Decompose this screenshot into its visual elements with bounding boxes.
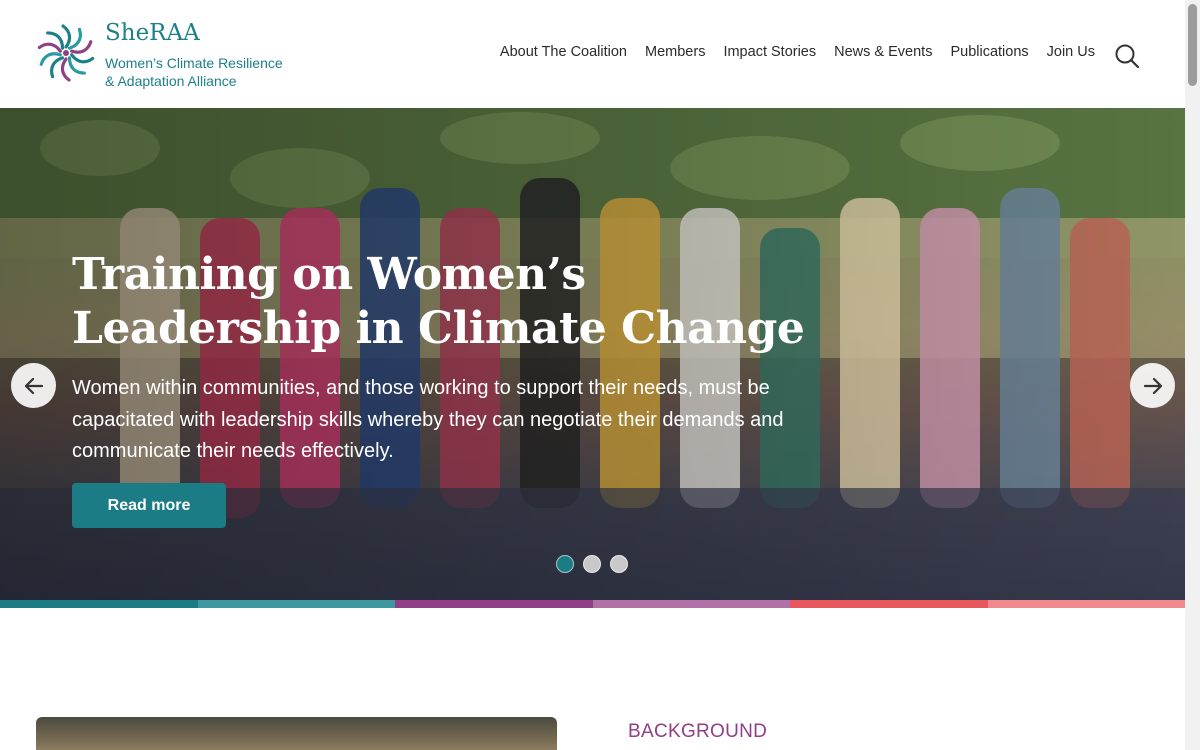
brand-name[interactable]: SheRAA xyxy=(105,20,200,46)
nav-members[interactable]: Members xyxy=(645,44,705,64)
scrollbar-thumb[interactable] xyxy=(1188,4,1197,86)
strip-segment-5 xyxy=(790,600,988,608)
slider-prev-button[interactable] xyxy=(11,363,56,408)
strip-segment-1 xyxy=(0,600,198,608)
arrow-left-icon xyxy=(24,377,43,394)
brand-tagline-line2: & Adaptation Alliance xyxy=(105,73,237,89)
arrow-right-icon xyxy=(1143,377,1162,394)
slider-dot-1[interactable] xyxy=(556,555,574,573)
strip-segment-6 xyxy=(987,600,1185,608)
sheraa-logo-icon[interactable] xyxy=(35,22,97,84)
nav-join-us[interactable]: Join Us xyxy=(1047,44,1095,64)
background-heading: BACKGROUND xyxy=(628,721,768,742)
strip-segment-4 xyxy=(592,600,790,608)
slider-pagination xyxy=(556,555,637,573)
site-header: SheRAA Women’s Climate Resilience & Adap… xyxy=(0,0,1185,108)
background-section-image xyxy=(36,717,557,750)
nav-publications[interactable]: Publications xyxy=(950,44,1028,64)
nav-about-the-coalition[interactable]: About The Coalition xyxy=(500,44,627,64)
page-scrollbar[interactable] xyxy=(1185,0,1200,750)
main-nav: About The Coalition Members Impact Stori… xyxy=(482,44,1095,64)
strip-segment-3 xyxy=(395,600,593,608)
brand-tagline: Women’s Climate Resilience & Adaptation … xyxy=(105,54,305,90)
brand-tagline-line1: Women’s Climate Resilience xyxy=(105,55,283,71)
hero-slider: Training on Women’s Leadership in Climat… xyxy=(0,108,1185,600)
nav-news-events[interactable]: News & Events xyxy=(834,44,932,64)
slider-next-button[interactable] xyxy=(1130,363,1175,408)
hero-title-line1: Training on Women’s xyxy=(72,249,586,300)
search-icon[interactable] xyxy=(1114,43,1140,69)
hero-title-line2: Leadership in Climate Change xyxy=(72,303,805,354)
strip-segment-2 xyxy=(197,600,395,608)
hero-description: Women within communities, and those work… xyxy=(72,377,784,462)
read-more-button[interactable]: Read more xyxy=(72,483,226,528)
color-strip xyxy=(0,600,1185,608)
hero-title: Training on Women’s Leadership in Climat… xyxy=(72,248,832,356)
slider-dot-3[interactable] xyxy=(610,555,628,573)
slider-dot-2[interactable] xyxy=(583,555,601,573)
nav-impact-stories[interactable]: Impact Stories xyxy=(723,44,816,64)
